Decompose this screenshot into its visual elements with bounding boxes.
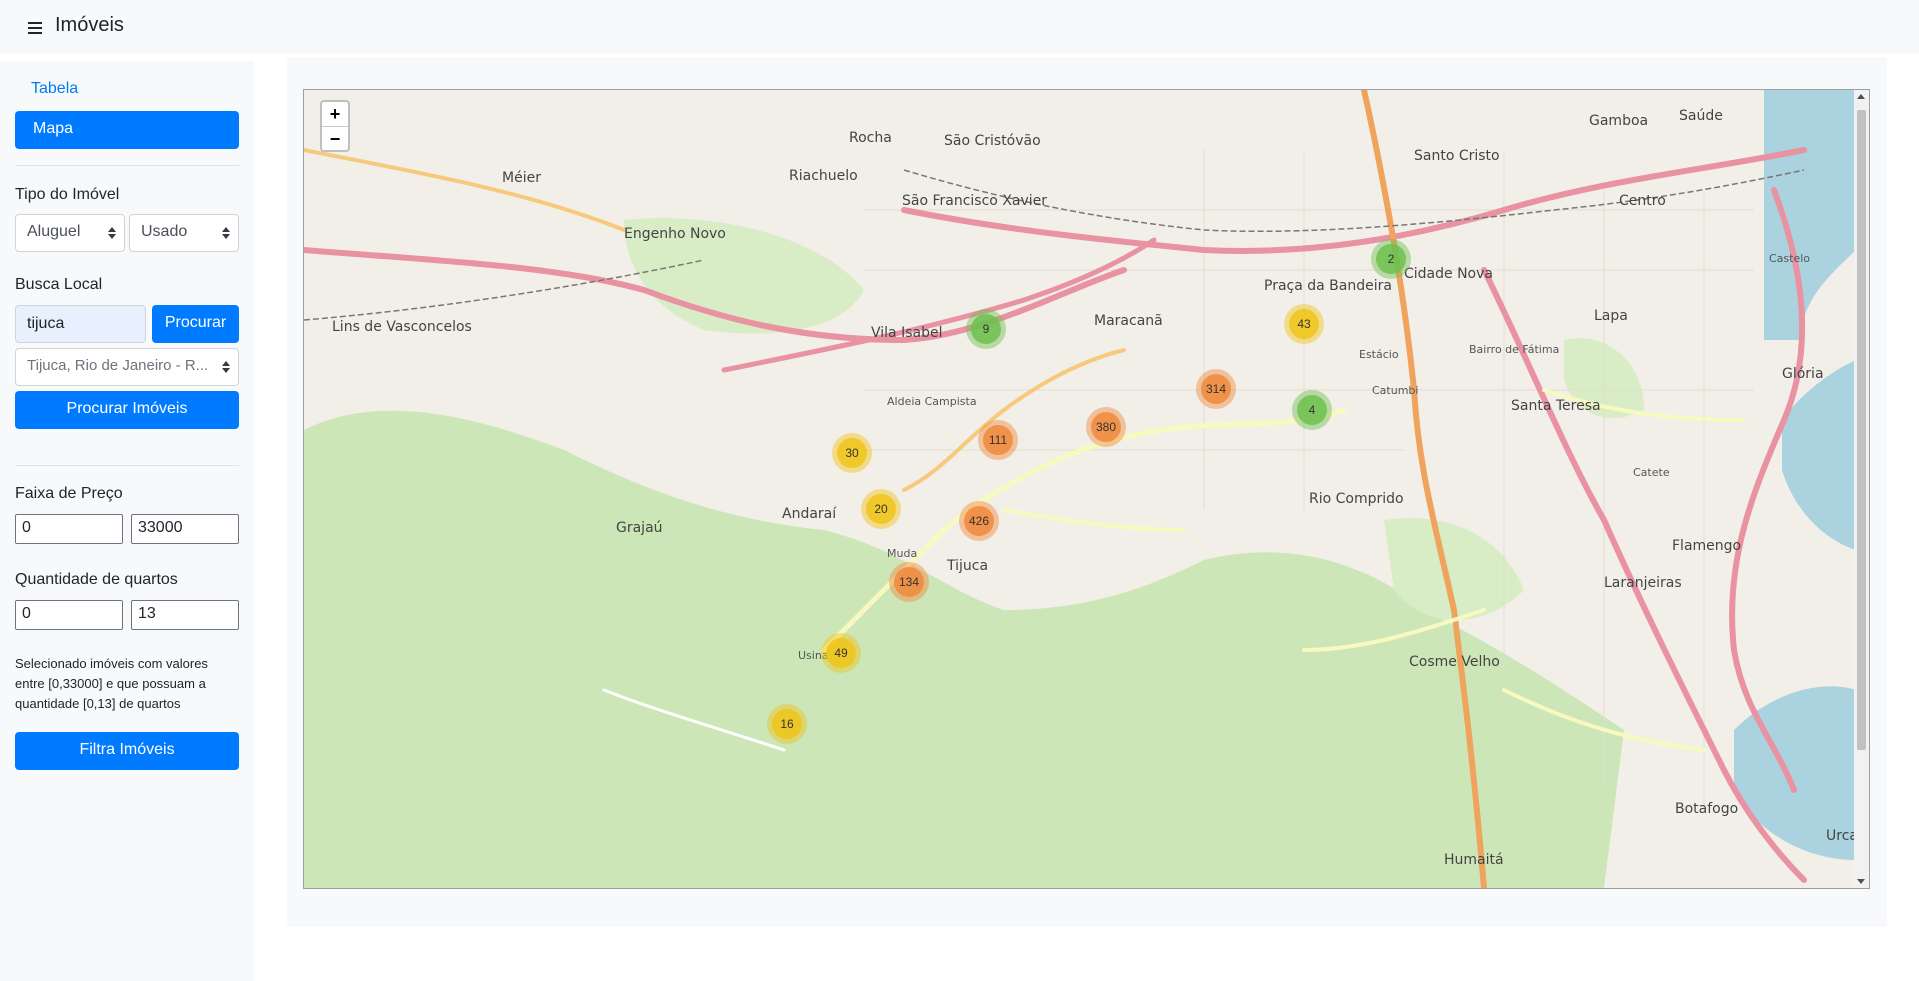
tipo-label: Tipo do Imóvel bbox=[15, 186, 120, 203]
place-label: Méier bbox=[502, 170, 541, 186]
place-label: Vila Isabel bbox=[871, 325, 942, 341]
divider bbox=[15, 165, 239, 166]
busca-label: Busca Local bbox=[15, 276, 103, 293]
cluster-marker[interactable]: 16 bbox=[767, 704, 807, 744]
map-tiles[interactable]: São Cristóvão Santo Cristo Gamboa Saúde Cent… bbox=[304, 90, 1856, 888]
place-label: Laranjeiras bbox=[1604, 575, 1682, 591]
place-label: Aldeia Campista bbox=[887, 395, 977, 408]
place-label: Cosme Velho bbox=[1409, 654, 1500, 670]
place-label: Catumbi bbox=[1372, 384, 1418, 397]
procurar-imoveis-button[interactable]: Procurar Imóveis bbox=[15, 391, 239, 429]
place-label: Engenho Novo bbox=[624, 226, 726, 242]
place-label: Estácio bbox=[1359, 348, 1399, 361]
zoom-in-button[interactable]: + bbox=[322, 102, 348, 126]
cluster-count: 134 bbox=[899, 575, 919, 589]
place-label: Praça da Bandeira bbox=[1264, 278, 1392, 294]
place-label: Gamboa bbox=[1589, 113, 1648, 129]
cluster-marker[interactable]: 380 bbox=[1086, 407, 1126, 447]
top-navbar: Imóveis bbox=[0, 0, 1919, 54]
place-label: Rio Comprido bbox=[1309, 491, 1404, 507]
cluster-marker[interactable]: 4 bbox=[1292, 390, 1332, 430]
select-arrows-icon bbox=[108, 227, 116, 239]
cluster-marker[interactable]: 2 bbox=[1371, 239, 1411, 279]
cluster-marker[interactable]: 43 bbox=[1284, 304, 1324, 344]
cluster-count: 9 bbox=[983, 322, 990, 336]
sidebar-link-mapa[interactable]: Mapa bbox=[15, 111, 239, 149]
zoom-out-button[interactable]: − bbox=[322, 126, 348, 151]
scroll-thumb[interactable] bbox=[1857, 110, 1866, 750]
cluster-marker[interactable]: 20 bbox=[861, 489, 901, 529]
place-label: Catete bbox=[1633, 466, 1670, 479]
cluster-count: 43 bbox=[1297, 317, 1311, 331]
rooms-min-input[interactable]: 0 bbox=[15, 600, 123, 630]
sidebar-link-tabela[interactable]: Tabela bbox=[31, 80, 78, 98]
cluster-marker[interactable]: 314 bbox=[1196, 369, 1236, 409]
quartos-label: Quantidade de quartos bbox=[15, 571, 178, 588]
place-label: Saúde bbox=[1679, 108, 1723, 124]
place-label: Bairro de Fátima bbox=[1469, 343, 1559, 356]
busca-input[interactable]: tijuca bbox=[15, 305, 146, 343]
place-label: Santa Teresa bbox=[1511, 398, 1601, 414]
place-label: Urca bbox=[1826, 828, 1856, 844]
cluster-count: 49 bbox=[834, 646, 848, 660]
place-label: São Francisco Xavier bbox=[902, 193, 1047, 209]
cluster-marker[interactable]: 30 bbox=[832, 433, 872, 473]
place-label: Castelo bbox=[1769, 252, 1810, 265]
place-label: Humaitá bbox=[1444, 852, 1504, 868]
place-label: Glória bbox=[1782, 366, 1824, 382]
cluster-marker[interactable]: 134 bbox=[889, 562, 929, 602]
place-label: Andaraí bbox=[782, 506, 837, 522]
select-arrows-icon bbox=[222, 227, 230, 239]
cluster-count: 314 bbox=[1206, 382, 1226, 396]
place-label: Botafogo bbox=[1675, 801, 1738, 817]
cluster-marker[interactable]: 426 bbox=[959, 501, 999, 541]
place-label: Lapa bbox=[1594, 308, 1628, 324]
map-scrollbar[interactable] bbox=[1854, 90, 1869, 888]
condicao-select[interactable]: Usado bbox=[129, 214, 239, 252]
cluster-marker[interactable]: 49 bbox=[821, 633, 861, 673]
app-title: Imóveis bbox=[55, 14, 124, 36]
place-label: Flamengo bbox=[1672, 538, 1741, 554]
scroll-down-icon[interactable] bbox=[1857, 879, 1865, 884]
tipo-select[interactable]: Aluguel bbox=[15, 214, 125, 252]
scroll-up-icon[interactable] bbox=[1857, 94, 1865, 99]
place-label: Rocha bbox=[849, 130, 892, 146]
place-label: Centro bbox=[1619, 193, 1666, 209]
cluster-marker[interactable]: 9 bbox=[966, 309, 1006, 349]
place-label: Santo Cristo bbox=[1414, 148, 1500, 164]
place-label: Grajaú bbox=[616, 520, 663, 536]
price-max-input[interactable]: 33000 bbox=[131, 514, 239, 544]
tipo-select-value: Aluguel bbox=[27, 223, 81, 240]
zoom-control: + − bbox=[320, 100, 350, 152]
cluster-count: 20 bbox=[874, 502, 888, 516]
place-label: Cidade Nova bbox=[1404, 266, 1493, 282]
price-min-input[interactable]: 0 bbox=[15, 514, 123, 544]
place-label: São Cristóvão bbox=[944, 133, 1041, 149]
menu-icon[interactable] bbox=[28, 22, 42, 37]
cluster-count: 2 bbox=[1388, 252, 1395, 266]
condicao-select-value: Usado bbox=[141, 223, 188, 240]
place-label: Muda bbox=[887, 547, 917, 560]
place-label: Tijuca bbox=[946, 558, 988, 574]
faixa-label: Faixa de Preço bbox=[15, 485, 123, 502]
divider bbox=[15, 465, 239, 466]
filter-note: Selecionado imóveis com valores entre [0… bbox=[15, 656, 208, 711]
place-label: Riachuelo bbox=[789, 168, 858, 184]
cluster-count: 111 bbox=[989, 433, 1008, 447]
map[interactable]: São Cristóvão Santo Cristo Gamboa Saúde Cent… bbox=[303, 89, 1870, 889]
filtra-imoveis-button[interactable]: Filtra Imóveis bbox=[15, 732, 239, 770]
cluster-count: 380 bbox=[1096, 420, 1116, 434]
rooms-max-input[interactable]: 13 bbox=[131, 600, 239, 630]
place-label: Lins de Vasconcelos bbox=[332, 319, 472, 335]
cluster-marker[interactable]: 111 bbox=[978, 420, 1018, 460]
cluster-count: 30 bbox=[845, 446, 859, 460]
procurar-button[interactable]: Procurar bbox=[152, 305, 239, 343]
local-select[interactable]: Tijuca, Rio de Janeiro - R... bbox=[15, 348, 239, 386]
local-select-value: Tijuca, Rio de Janeiro - R... bbox=[27, 357, 209, 374]
cluster-count: 426 bbox=[969, 514, 989, 528]
select-arrows-icon bbox=[222, 361, 230, 373]
place-label: Maracanã bbox=[1094, 313, 1163, 329]
cluster-count: 16 bbox=[780, 717, 794, 731]
cluster-count: 4 bbox=[1309, 403, 1316, 417]
